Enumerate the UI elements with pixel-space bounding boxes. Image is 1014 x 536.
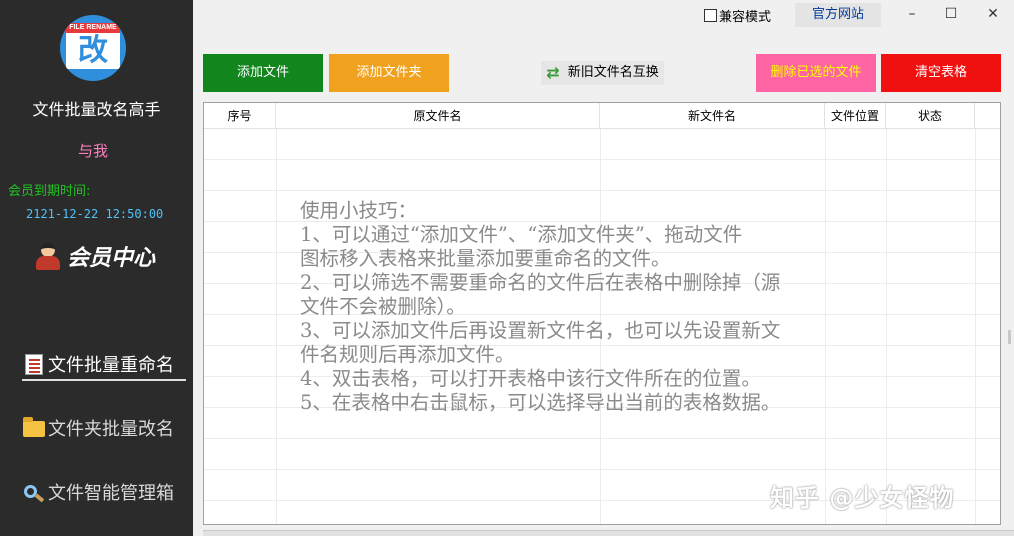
horizontal-scrollbar[interactable] (203, 530, 1014, 536)
nav-item-label: 文件夹批量改名 (48, 419, 174, 440)
logo-tag: FILE RENAME (66, 23, 120, 33)
tip-line: 3、可以添加文件后再设置新文件名，也可以先设置新文 (300, 319, 781, 342)
nav-item-folder-rename[interactable]: 文件夹批量改名 (22, 413, 190, 443)
magnifier-tool-icon (22, 481, 46, 503)
nav-item-label: 文件批量重命名 (48, 355, 174, 376)
document-icon (22, 353, 46, 375)
tip-line: 2、可以筛选不需要重命名的文件后在表格中删除掉（源 (300, 271, 781, 294)
member-center-button[interactable]: 会员中心 (33, 240, 155, 272)
add-folder-button[interactable]: 添加文件夹 (329, 54, 449, 92)
watermark: 知乎 @少女怪物 (770, 484, 955, 512)
column-header-original-name[interactable]: 原文件名 (276, 103, 600, 129)
column-header-new-name[interactable]: 新文件名 (600, 103, 825, 129)
delete-selected-button[interactable]: 删除已选的文件 (756, 54, 876, 92)
logo-glyph: 改 (78, 33, 108, 68)
app-title: 文件批量改名高手 (32, 100, 161, 119)
table-header: 序号 原文件名 新文件名 文件位置 状态 (204, 103, 1000, 129)
file-table[interactable]: 序号 原文件名 新文件名 文件位置 状态 使用小技巧： 1、可以通过“添加文件”… (203, 102, 1001, 525)
tip-line: 5、在表格中右击鼠标，可以选择导出当前的表格数据。 (300, 391, 781, 414)
swap-names-label: 新旧文件名互换 (567, 65, 659, 80)
usage-tips: 使用小技巧： 1、可以通过“添加文件”、“添加文件夹”、拖动文件 图标移入表格来… (300, 199, 900, 415)
checkbox-icon (704, 9, 717, 22)
member-avatar-icon (33, 241, 63, 271)
close-button[interactable]: ✕ (978, 3, 1008, 25)
swap-names-button[interactable]: ⇄ 新旧文件名互换 (541, 61, 664, 85)
nav-item-label: 文件智能管理箱 (48, 483, 174, 504)
column-header-status[interactable]: 状态 (886, 103, 975, 129)
tips-title: 使用小技巧： (300, 199, 418, 222)
column-header-index[interactable]: 序号 (204, 103, 276, 129)
clear-table-button[interactable]: 清空表格 (881, 54, 1001, 92)
tip-line: 图标移入表格来批量添加要重命名的文件。 (300, 247, 671, 270)
nav-item-smart-manager[interactable]: 文件智能管理箱 (22, 477, 190, 507)
member-center-label: 会员中心 (67, 245, 156, 271)
tip-line: 文件不会被删除）。 (300, 295, 466, 318)
resize-grip[interactable] (1008, 330, 1011, 344)
membership-expire-value: 2121-12-22 12:50:00 (26, 207, 164, 221)
tip-line: 4、双击表格，可以打开表格中该行文件所在的位置。 (300, 367, 761, 390)
nav-item-batch-rename[interactable]: 文件批量重命名 (22, 349, 190, 381)
sidebar: FILE RENAME 改 文件批量改名高手 与我 会员到期时间: 2121-1… (0, 0, 193, 536)
minimize-button[interactable]: – (897, 3, 927, 25)
username: 与我 (77, 142, 108, 160)
app-logo-icon: FILE RENAME 改 (60, 15, 126, 81)
maximize-button[interactable]: ☐ (936, 3, 966, 25)
column-header-location[interactable]: 文件位置 (825, 103, 886, 129)
official-site-button[interactable]: 官方网站 (795, 3, 881, 27)
tip-line: 1、可以通过“添加文件”、“添加文件夹”、拖动文件 (300, 223, 743, 246)
tip-line: 件名规则后再添加文件。 (300, 343, 515, 366)
compat-mode-label: 兼容模式 (719, 10, 772, 25)
folder-icon (22, 417, 46, 439)
add-file-button[interactable]: 添加文件 (203, 54, 323, 92)
membership-expire-label: 会员到期时间: (8, 184, 91, 199)
swap-arrows-icon: ⇄ (546, 63, 560, 82)
compat-mode-checkbox[interactable]: 兼容模式 (704, 6, 771, 25)
